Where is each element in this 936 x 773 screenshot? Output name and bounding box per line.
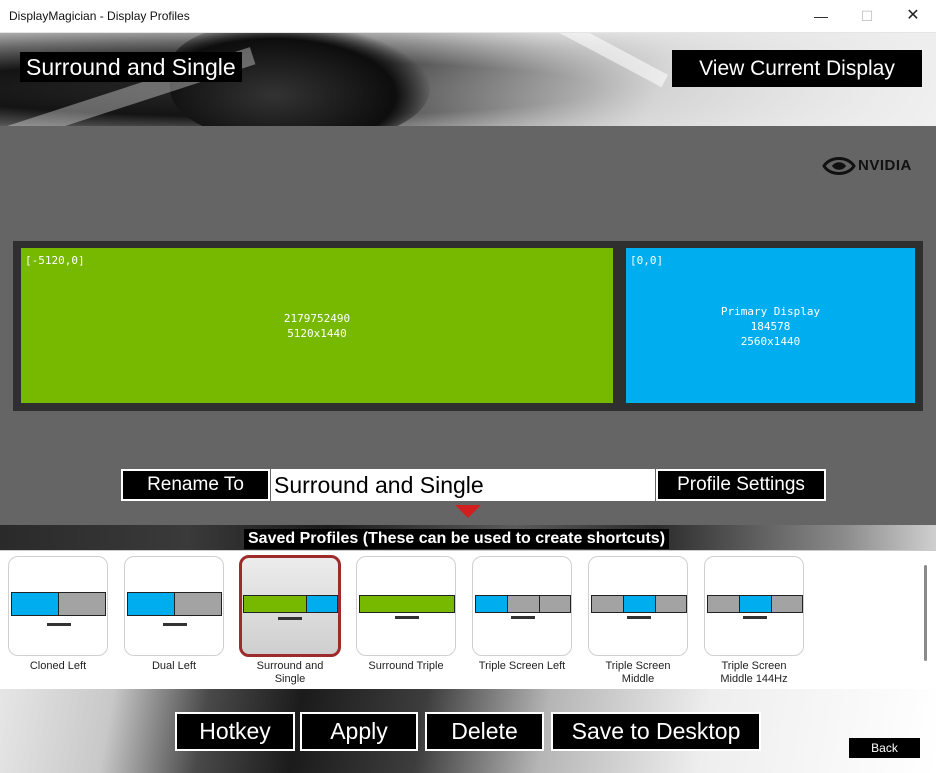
monitor-icon <box>359 595 455 613</box>
monitor-stand-icon <box>511 616 535 619</box>
nvidia-wordmark: NVIDIA <box>858 157 912 174</box>
display-id: 184578 <box>750 320 791 333</box>
save-to-desktop-button[interactable]: Save to Desktop <box>551 712 761 751</box>
apply-button[interactable]: Apply <box>300 712 418 751</box>
header-banner: Surround and Single View Current Display <box>0 33 936 126</box>
monitor-icon <box>11 592 59 616</box>
monitor-icon <box>306 595 338 613</box>
monitor-icon <box>507 595 540 613</box>
monitor-icon <box>475 595 508 613</box>
wallpaper-stripe <box>431 33 669 88</box>
maximize-button[interactable]: ☐ <box>844 0 890 32</box>
monitor-icon <box>655 595 687 613</box>
display-coords: [0,0] <box>630 254 664 267</box>
monitor-stand-icon <box>47 623 71 626</box>
monitor-icon <box>707 595 740 613</box>
display-coords: [-5120,0] <box>25 254 85 267</box>
nvidia-logo: NVIDIA <box>822 154 922 178</box>
profile-tile-label: Cloned Left <box>29 660 87 672</box>
monitor-icon <box>623 595 656 613</box>
monitor-stand-icon <box>278 617 302 620</box>
profile-tile-label: Surround and Single <box>256 660 324 685</box>
display-surround[interactable]: [-5120,0] 2179752490 5120x1440 <box>21 248 613 403</box>
monitor-stand-icon <box>395 616 419 619</box>
profile-tile-label: Dual Left <box>151 660 197 672</box>
profile-thumbnail[interactable] <box>704 556 804 656</box>
delete-button[interactable]: Delete <box>425 712 544 751</box>
monitor-icon <box>771 595 803 613</box>
monitor-icon <box>58 592 106 616</box>
bottom-action-bar: Hotkey Apply Delete Save to Desktop Back <box>0 689 936 773</box>
profile-thumbnail[interactable] <box>356 556 456 656</box>
profile-settings-button[interactable]: Profile Settings <box>656 469 826 501</box>
hotkey-button[interactable]: Hotkey <box>175 712 295 751</box>
list-scrollbar[interactable] <box>924 565 927 661</box>
monitor-stand-icon <box>163 623 187 626</box>
selection-arrow-icon <box>455 505 481 518</box>
window-title: DisplayMagician - Display Profiles <box>9 9 190 23</box>
monitor-stand-icon <box>743 616 767 619</box>
display-info: 2179752490 5120x1440 <box>21 311 613 341</box>
back-button[interactable]: Back <box>849 738 920 758</box>
profile-tile-label: Surround Triple <box>368 660 444 672</box>
display-primary-label: Primary Display <box>720 305 821 318</box>
profile-title: Surround and Single <box>20 52 242 82</box>
display-primary[interactable]: [0,0] Primary Display 184578 2560x1440 <box>626 248 915 403</box>
profile-thumbnail[interactable] <box>472 556 572 656</box>
display-resolution: 2560x1440 <box>740 335 801 348</box>
saved-profiles-heading: Saved Profiles (These can be used to cre… <box>244 529 670 549</box>
monitor-icon <box>591 595 624 613</box>
saved-profiles-list[interactable]: Cloned Left Dual Left Surround and Singl… <box>0 550 936 690</box>
close-button[interactable]: ✕ <box>890 0 936 32</box>
profile-thumbnail[interactable] <box>588 556 688 656</box>
profile-tile-label: Triple Screen Middle 144Hz <box>720 660 788 685</box>
monitor-icon <box>739 595 772 613</box>
rename-to-label: Rename To <box>121 469 270 501</box>
view-current-display-button[interactable]: View Current Display <box>672 50 922 87</box>
display-layout-area: NVIDIA [-5120,0] 2179752490 5120x1440 [0… <box>0 126 936 525</box>
profile-tile-label: Triple Screen Left <box>478 660 566 672</box>
nvidia-eye-icon <box>822 157 856 175</box>
profile-thumbnail[interactable] <box>8 556 108 656</box>
title-bar: DisplayMagician - Display Profiles — ☐ ✕ <box>0 0 936 33</box>
profile-thumbnail[interactable] <box>239 555 341 657</box>
monitor-icon <box>539 595 571 613</box>
display-id: 2179752490 <box>283 312 351 325</box>
display-resolution: 5120x1440 <box>287 327 347 340</box>
monitor-icon <box>174 592 222 616</box>
profile-name-input[interactable] <box>271 469 655 501</box>
profile-tile-label: Triple Screen Middle <box>605 660 671 685</box>
monitor-icon <box>243 595 307 613</box>
display-info: Primary Display 184578 2560x1440 <box>626 304 915 349</box>
display-frame: [-5120,0] 2179752490 5120x1440 [0,0] Pri… <box>13 241 923 411</box>
profile-thumbnail[interactable] <box>124 556 224 656</box>
monitor-icon <box>127 592 175 616</box>
minimize-button[interactable]: — <box>798 0 844 32</box>
monitor-stand-icon <box>627 616 651 619</box>
